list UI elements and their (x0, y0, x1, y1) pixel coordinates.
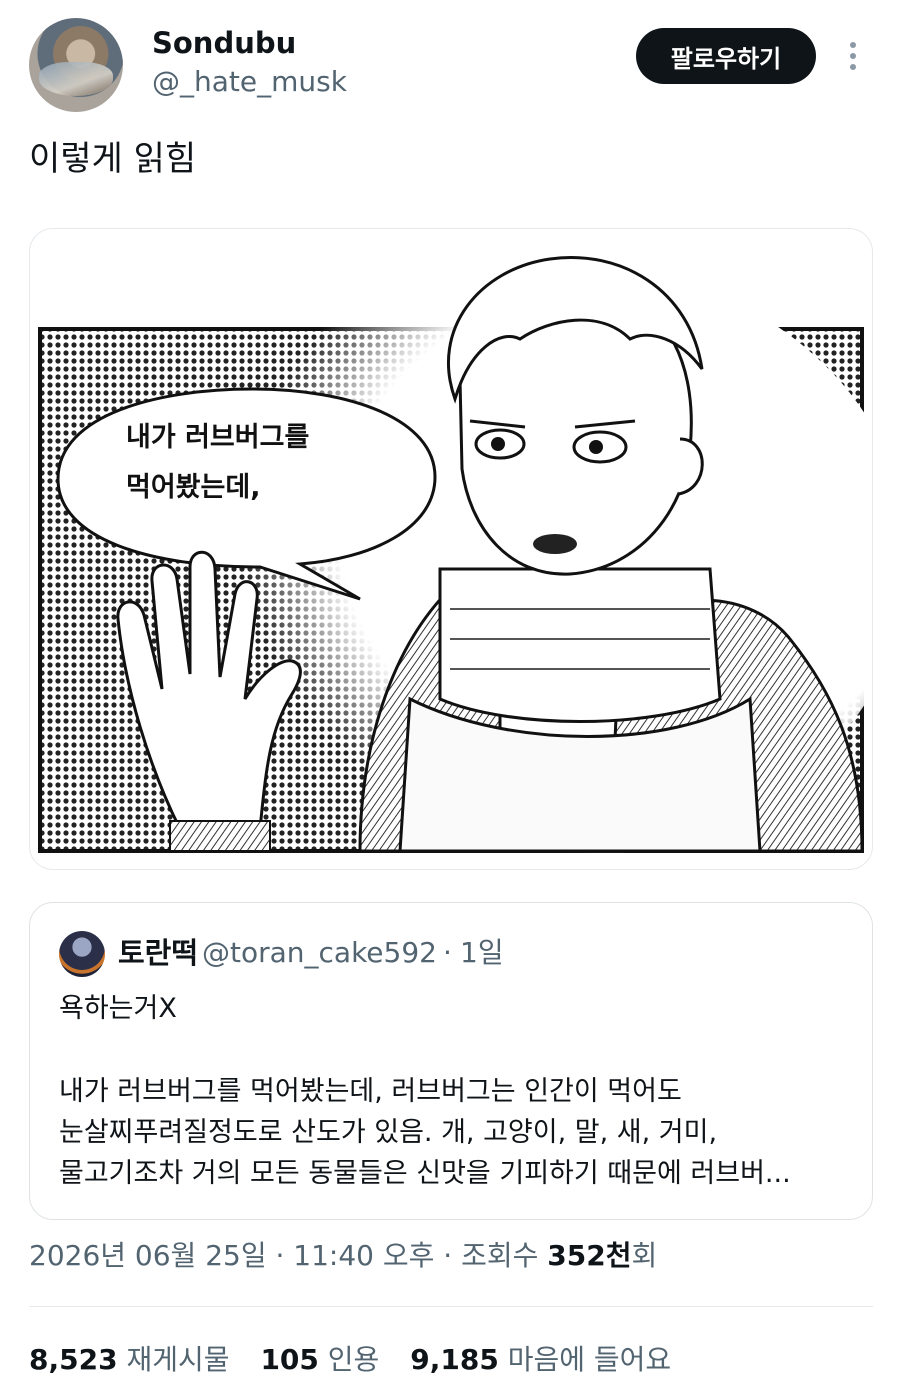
quoted-author-display-name[interactable]: 토란떡 (118, 933, 198, 973)
quoted-author-handle[interactable]: @toran_cake592 (202, 933, 437, 973)
tweet-datetime[interactable]: 2026년 06월 25일 · 11:40 오후 · 조회수 (29, 1239, 547, 1272)
engagement-stats: 8,523 재게시물 105 인용 9,185 마음에 들어요 (29, 1340, 693, 1380)
view-count: 352천 (547, 1239, 632, 1272)
likes-count: 9,185 (410, 1343, 499, 1376)
author-handle[interactable]: @_hate_musk (152, 64, 347, 100)
author-avatar[interactable] (29, 18, 123, 112)
meta-separator: · (443, 936, 452, 969)
speech-bubble-text: 내가 러브버그를 먹어봤는데, (126, 413, 366, 513)
view-count-suffix: 회 (631, 1239, 658, 1272)
quoted-tweet-line: 내가 러브버그를 먹어봤는데, 러브버그는 인간이 먹어도 (59, 1076, 682, 1107)
quotes-stat[interactable]: 105 인용 (260, 1343, 379, 1376)
author-display-name[interactable]: Sondubu (152, 24, 296, 62)
tweet-meta: 2026년 06월 25일 · 11:40 오후 · 조회수 352천회 (29, 1236, 657, 1276)
quoted-tweet-line: 물고기조차 거의 모든 동물들은 신맛을 기피하기 때문에 러브버... (59, 1158, 791, 1189)
tweet-media-image[interactable]: 내가 러브버그를 먹어봤는데, (29, 228, 873, 870)
more-vertical-icon[interactable] (838, 36, 868, 76)
quoted-tweet-card[interactable]: 토란떡 @toran_cake592 · 1일 욕하는거X 내가 러브버그를 먹… (29, 902, 873, 1220)
tweet-text: 이렇게 읽힘 (29, 139, 197, 179)
manga-panel-illustration (38, 256, 872, 859)
reposts-stat[interactable]: 8,523 재게시물 (29, 1343, 230, 1376)
quotes-label: 인용 (327, 1343, 380, 1376)
quoted-tweet-body: 내가 러브버그를 먹어봤는데, 러브버그는 인간이 먹어도 눈살찌푸려질정도로 … (59, 1071, 849, 1194)
likes-stat[interactable]: 9,185 마음에 들어요 (410, 1343, 671, 1376)
quoted-tweet-first-line: 욕하는거X (59, 993, 177, 1024)
tweet-header: Sondubu @_hate_musk 팔로우하기 (0, 0, 900, 120)
quoted-author-avatar[interactable] (59, 931, 105, 977)
speech-bubble-line: 먹어봤는데, (126, 472, 261, 503)
quoted-tweet-time[interactable]: 1일 (460, 933, 504, 973)
reposts-count: 8,523 (29, 1343, 118, 1376)
quoted-tweet-line: 눈살찌푸려질정도로 산도가 있음. 개, 고양이, 말, 새, 거미, (59, 1117, 718, 1148)
divider (29, 1306, 873, 1307)
reposts-label: 재게시물 (126, 1343, 230, 1376)
speech-bubble-line: 내가 러브버그를 (126, 422, 310, 453)
quotes-count: 105 (260, 1343, 319, 1376)
follow-button[interactable]: 팔로우하기 (636, 28, 816, 84)
likes-label: 마음에 들어요 (507, 1343, 672, 1376)
